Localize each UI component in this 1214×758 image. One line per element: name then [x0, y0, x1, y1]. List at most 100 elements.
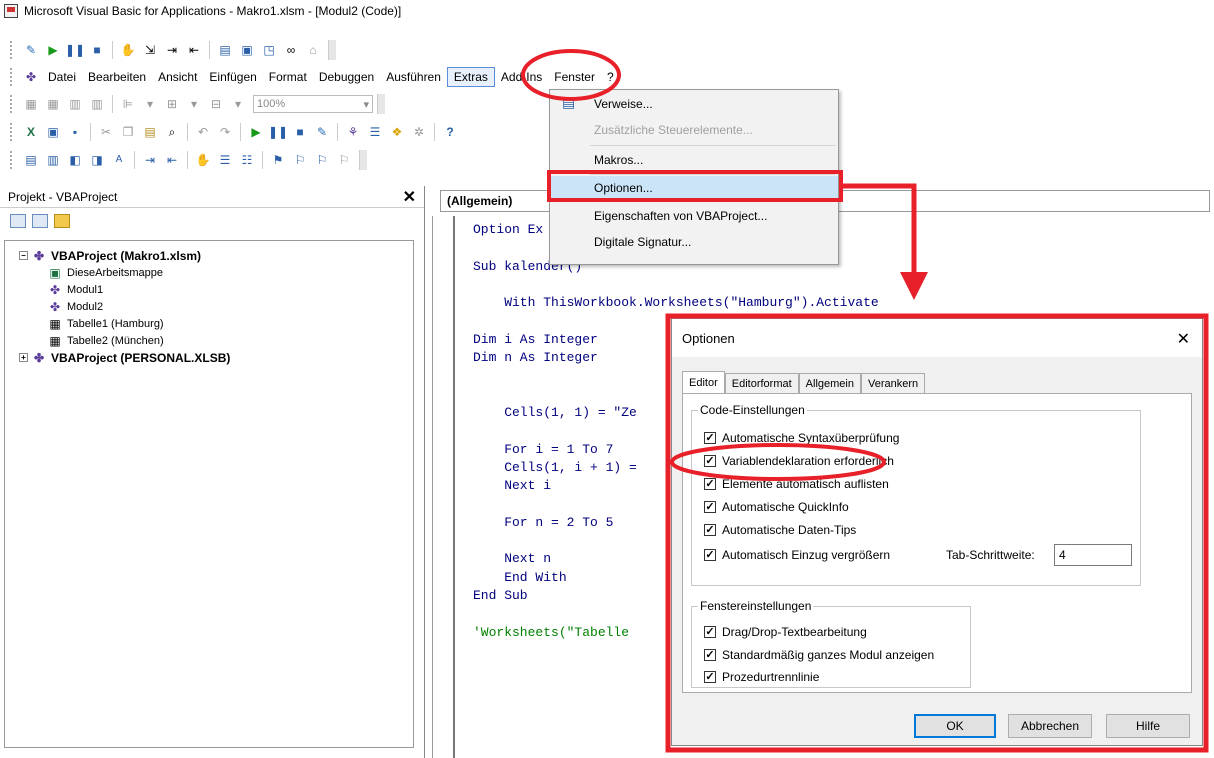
- expand-icon[interactable]: +: [19, 353, 28, 362]
- checkbox-box[interactable]: ✓: [704, 626, 716, 638]
- quick-info-icon[interactable]: ◧: [67, 152, 83, 168]
- zoom-combo[interactable]: 100% ▾: [253, 95, 373, 113]
- excel-icon[interactable]: X: [23, 124, 39, 140]
- checkbox-full-module-view[interactable]: ✓ Standardmäßig ganzes Modul anzeigen: [704, 648, 934, 662]
- center-icon[interactable]: ⊞: [164, 96, 180, 112]
- tree-node-tabelle2[interactable]: ▦ Tabelle2 (München): [19, 332, 413, 349]
- uncomment-block-icon[interactable]: ☷: [239, 152, 255, 168]
- tree-node-diesearbeitsmappe[interactable]: ▣ DieseArbeitsmappe: [19, 264, 413, 281]
- toolbox-icon[interactable]: ✲: [411, 124, 427, 140]
- tree-node-tabelle1[interactable]: ▦ Tabelle1 (Hamburg): [19, 315, 413, 332]
- design-mode-icon[interactable]: ✎: [23, 42, 39, 58]
- list-constants-icon[interactable]: ▥: [45, 152, 61, 168]
- menu-fenster[interactable]: Fenster: [548, 68, 601, 86]
- view-object-icon[interactable]: [32, 214, 48, 228]
- align-dropdown-icon[interactable]: ▾: [142, 96, 158, 112]
- cancel-button[interactable]: Abbrechen: [1008, 714, 1092, 738]
- comment-block-icon[interactable]: ☰: [217, 152, 233, 168]
- toggle-breakpoint-icon[interactable]: ✋: [195, 152, 211, 168]
- menu-format[interactable]: Format: [263, 68, 313, 86]
- ok-button[interactable]: OK: [914, 714, 996, 738]
- next-bookmark-icon[interactable]: ⚐: [292, 152, 308, 168]
- step-into-icon[interactable]: ⇲: [142, 42, 158, 58]
- menu-item-digitale-signatur[interactable]: Digitale Signatur...: [550, 230, 838, 254]
- checkbox-box[interactable]: ✓: [704, 549, 716, 561]
- project-explorer-icon[interactable]: ⚘: [345, 124, 361, 140]
- menu-bearbeiten[interactable]: Bearbeiten: [82, 68, 152, 86]
- quick-info-icon[interactable]: ▥: [67, 96, 83, 112]
- checkbox-box[interactable]: ✓: [704, 501, 716, 513]
- immediate-window-icon[interactable]: ▣: [239, 42, 255, 58]
- menu-einfuegen[interactable]: Einfügen: [203, 68, 262, 86]
- tree-node-modul1[interactable]: ✤ Modul1: [19, 281, 413, 298]
- stop-icon[interactable]: ■: [292, 124, 308, 140]
- tree-node-project-makro1[interactable]: − ✤ VBAProject (Makro1.xlsm): [19, 247, 413, 264]
- center-dropdown-icon[interactable]: ▾: [186, 96, 202, 112]
- menu-item-verweise[interactable]: Verweise...: [550, 92, 838, 116]
- help-icon[interactable]: ?: [442, 124, 458, 140]
- checkbox-drag-drop-editing[interactable]: ✓ Drag/Drop-Textbearbeitung: [704, 625, 867, 639]
- align-icon[interactable]: ⊫: [120, 96, 136, 112]
- menu-addins[interactable]: Add-Ins: [495, 68, 548, 86]
- checkbox-procedure-separator[interactable]: ✓ Prozedurtrennlinie: [704, 670, 819, 684]
- help-button[interactable]: Hilfe: [1106, 714, 1190, 738]
- design-mode-icon[interactable]: ✎: [314, 124, 330, 140]
- checkbox-box[interactable]: ✓: [704, 478, 716, 490]
- checkbox-box[interactable]: ✓: [704, 671, 716, 683]
- insert-userform-icon[interactable]: ▣: [45, 124, 61, 140]
- tree-node-project-personal[interactable]: + ✤ VBAProject (PERSONAL.XLSB): [19, 349, 413, 366]
- menu-ausfuehren[interactable]: Ausführen: [380, 68, 447, 86]
- close-icon[interactable]: ✕: [1177, 329, 1190, 349]
- previous-bookmark-icon[interactable]: ⚐: [314, 152, 330, 168]
- undo-icon[interactable]: ↶: [195, 124, 211, 140]
- tab-verankern[interactable]: Verankern: [860, 373, 926, 393]
- checkbox-box[interactable]: ✓: [704, 455, 716, 467]
- indent-icon[interactable]: ⇥: [142, 152, 158, 168]
- save-icon[interactable]: ▪: [67, 124, 83, 140]
- size-dropdown-icon[interactable]: ▾: [230, 96, 246, 112]
- menu-item-optionen[interactable]: Optionen...: [550, 176, 838, 200]
- close-icon[interactable]: ✕: [403, 187, 416, 207]
- run-icon[interactable]: ▶: [45, 42, 61, 58]
- checkbox-box[interactable]: ✓: [704, 524, 716, 536]
- menu-extras[interactable]: Extras: [446, 67, 495, 87]
- clear-bookmarks-icon[interactable]: ⚐: [336, 152, 352, 168]
- tab-editorformat[interactable]: Editorformat: [724, 373, 799, 393]
- copy-icon[interactable]: ❐: [120, 124, 136, 140]
- object-browser-icon[interactable]: ❖: [389, 124, 405, 140]
- toggle-breakpoint-icon[interactable]: ✋: [120, 42, 136, 58]
- code-gutter[interactable]: [433, 216, 455, 758]
- menu-item-zusaetzliche-steuerelemente[interactable]: Zusätzliche Steuerelemente...: [550, 118, 838, 142]
- checkbox-require-variable-declaration[interactable]: ✓ Variablendeklaration erforderlich: [704, 454, 894, 468]
- redo-icon[interactable]: ↷: [217, 124, 233, 140]
- menu-ansicht[interactable]: Ansicht: [152, 68, 203, 86]
- tab-allgemein[interactable]: Allgemein: [798, 373, 861, 393]
- tab-editor[interactable]: Editor: [682, 371, 725, 393]
- menu-datei[interactable]: Datei: [42, 68, 82, 86]
- run-icon[interactable]: ▶: [248, 124, 264, 140]
- checkbox-auto-quick-info[interactable]: ✓ Automatische QuickInfo: [704, 500, 849, 514]
- paste-icon[interactable]: ▤: [142, 124, 158, 140]
- checkbox-box[interactable]: ✓: [704, 432, 716, 444]
- menu-item-eigenschaften[interactable]: Eigenschaften von VBAProject...: [550, 204, 838, 228]
- list-members-icon[interactable]: ▤: [23, 152, 39, 168]
- toggle-bookmark-icon[interactable]: ⚑: [270, 152, 286, 168]
- tree-node-modul2[interactable]: ✤ Modul2: [19, 298, 413, 315]
- vba-menu-icon[interactable]: ✤: [23, 69, 39, 85]
- list-constants-icon[interactable]: ▦: [45, 96, 61, 112]
- checkbox-box[interactable]: ✓: [704, 649, 716, 661]
- pause-icon[interactable]: ❚❚: [268, 124, 288, 140]
- find-icon[interactable]: ⌕: [164, 124, 180, 140]
- checkbox-auto-data-tips[interactable]: ✓ Automatische Daten-Tips: [704, 523, 856, 537]
- list-properties-icon[interactable]: ▦: [23, 96, 39, 112]
- pause-icon[interactable]: ❚❚: [65, 42, 85, 58]
- parameter-info-icon[interactable]: ▥: [89, 96, 105, 112]
- step-out-icon[interactable]: ⇤: [186, 42, 202, 58]
- menu-help[interactable]: ?: [601, 68, 620, 86]
- size-icon[interactable]: ⊟: [208, 96, 224, 112]
- step-over-icon[interactable]: ⇥: [164, 42, 180, 58]
- toggle-folders-icon[interactable]: [54, 214, 70, 228]
- locals-window-icon[interactable]: ▤: [217, 42, 233, 58]
- stop-icon[interactable]: ■: [89, 42, 105, 58]
- call-stack-icon[interactable]: ⌂: [305, 42, 321, 58]
